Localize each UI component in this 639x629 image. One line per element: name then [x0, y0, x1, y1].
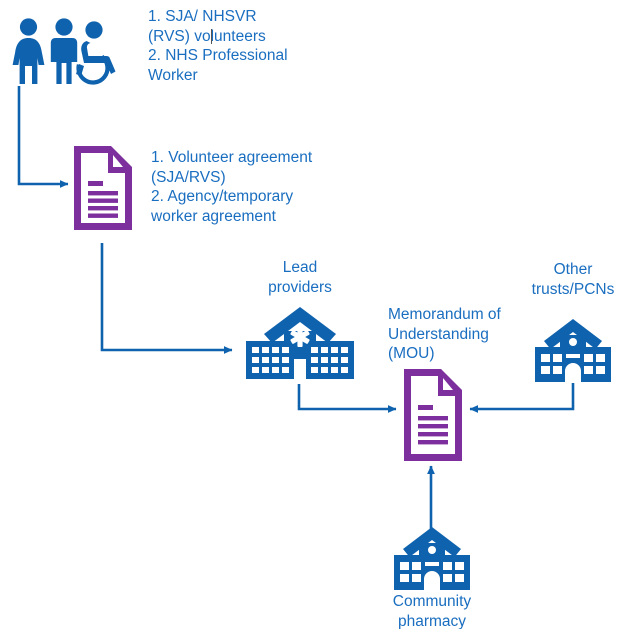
- lead-providers-label: Lead providers: [268, 259, 332, 296]
- node-lead-providers: [244, 305, 356, 385]
- node-people: [10, 16, 116, 86]
- building-icon: [535, 319, 611, 382]
- community-pharmacy-label: Community pharmacy: [392, 593, 472, 629]
- connector-agreement-to-lead-providers: [100, 243, 233, 354]
- people-group-icon: [12, 18, 116, 85]
- node-agreement-document: [70, 142, 136, 234]
- people-label: 1. SJA/ NHSVR (RVS) volunteers 2. NHS Pr…: [148, 8, 288, 84]
- other-trusts-label: Other trusts/PCNs: [531, 261, 615, 298]
- node-community-pharmacy: [389, 525, 475, 592]
- diagram-canvas: 1. SJA/ NHSVR (RVS) volunteers 2. NHS Pr…: [0, 0, 639, 629]
- mou-document-label: Memorandum of Understanding (MOU): [388, 306, 501, 362]
- node-mou-document: [400, 365, 466, 465]
- hospital-icon: [246, 307, 354, 379]
- connector-other-trusts-to-mou: [469, 383, 575, 413]
- connector-people-to-agreement: [17, 86, 69, 188]
- agreement-document-label: 1. Volunteer agreement (SJA/RVS) 2. Agen…: [151, 149, 313, 225]
- node-other-trusts: [530, 317, 616, 384]
- text-cursor-artifact: [211, 29, 212, 44]
- document-icon: [74, 146, 132, 230]
- document-icon: [404, 369, 462, 461]
- connector-lead-providers-to-mou: [297, 384, 397, 413]
- building-icon: [394, 527, 470, 590]
